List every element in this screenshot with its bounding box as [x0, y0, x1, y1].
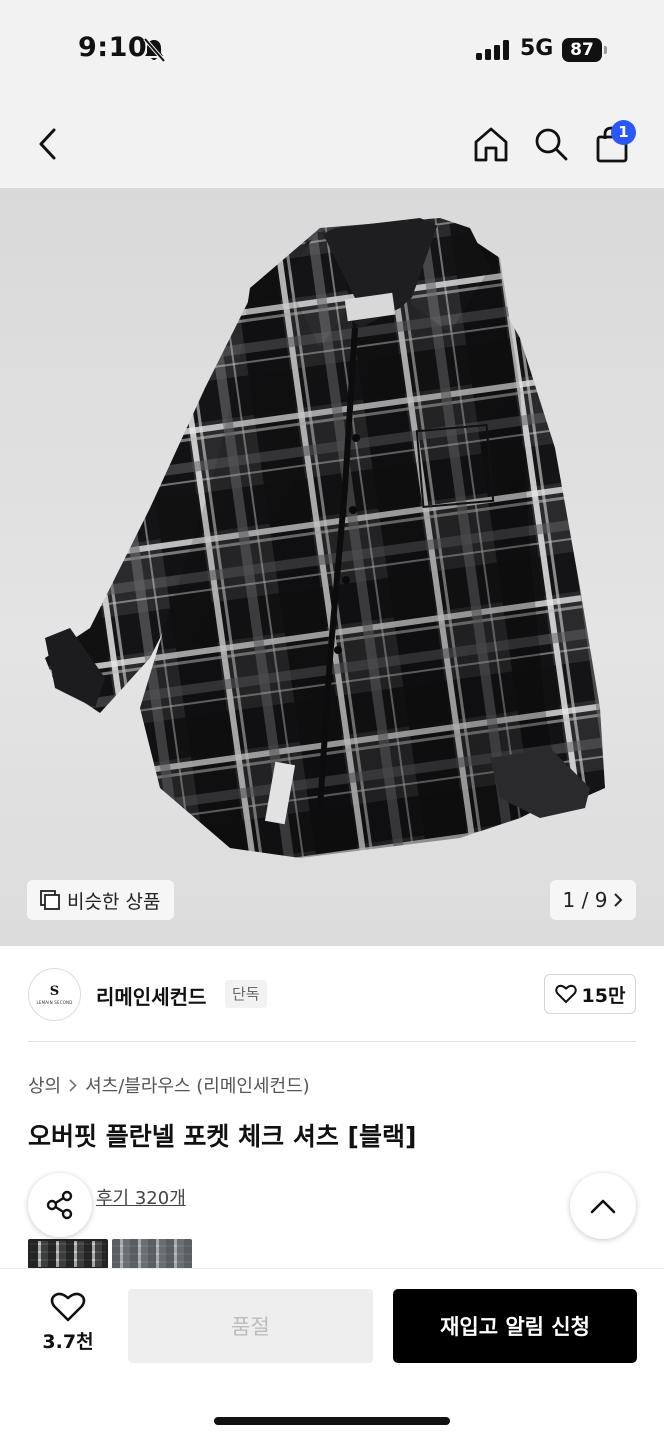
nav-bar — [0, 100, 664, 188]
product-title: 오버핏 플란넬 포켓 체크 셔츠 [블랙] — [28, 1122, 417, 1151]
brand-name[interactable]: 리메인세컨드 — [96, 981, 206, 1010]
overlap-squares-icon — [40, 890, 60, 910]
chevron-left-icon — [39, 128, 56, 160]
breadcrumb-item-category[interactable]: 상의 — [28, 1072, 61, 1098]
divider — [28, 1041, 636, 1042]
gallery-page-indicator[interactable]: 1 / 9 — [550, 880, 636, 920]
status-bar: 9:10 5G 87 — [0, 0, 664, 100]
brand-row: S LEMAIN SECOND 리메인세컨드 단독 15만 — [0, 946, 664, 1042]
breadcrumb-item-subcategory[interactable]: 셔츠/블라우스 (리메인세컨드) — [85, 1072, 310, 1098]
wishlist-count: 3.7천 — [42, 1331, 94, 1353]
share-button[interactable] — [28, 1173, 92, 1237]
exclusive-tag: 단독 — [225, 980, 267, 1008]
brand-logo-monogram: S — [49, 983, 60, 999]
battery-level: 87 — [562, 38, 602, 62]
color-option-thumbnail[interactable] — [28, 1239, 108, 1269]
bell-muted-icon — [143, 37, 166, 63]
breadcrumb: 상의 셔츠/블라우스 (리메인세컨드) — [28, 1072, 310, 1098]
chevron-right-icon — [69, 1078, 77, 1092]
review-link[interactable]: 후기 320개 — [96, 1184, 186, 1210]
home-button[interactable] — [469, 122, 513, 166]
soldout-button[interactable]: 품절 — [128, 1289, 373, 1363]
chevron-right-icon — [614, 893, 623, 907]
brand-logo-caption: LEMAIN SECOND — [36, 999, 73, 1005]
home-indicator[interactable] — [214, 1417, 450, 1425]
share-icon — [46, 1190, 73, 1220]
similar-products-button[interactable]: 비슷한 상품 — [27, 880, 175, 920]
network-label: 5G — [520, 36, 554, 61]
home-icon — [474, 127, 508, 162]
restock-alert-button[interactable]: 재입고 알림 신청 — [393, 1289, 637, 1363]
bottom-action-bar: 3.7천 품절 재입고 알림 신청 — [0, 1268, 664, 1440]
search-button[interactable] — [529, 122, 573, 166]
brand-like-button[interactable]: 15만 — [544, 974, 636, 1014]
similar-products-label: 비슷한 상품 — [67, 890, 161, 913]
wishlist-button[interactable]: 3.7천 — [28, 1291, 108, 1365]
page-indicator-text: 1 / 9 — [562, 888, 608, 912]
battery-icon: 87 — [562, 38, 608, 62]
scroll-to-top-button[interactable] — [570, 1173, 636, 1239]
heart-outline-icon — [554, 984, 577, 1004]
cart-count-badge: 1 — [611, 120, 636, 145]
back-button[interactable] — [26, 122, 70, 166]
search-icon — [535, 128, 568, 161]
brand-like-count: 15만 — [581, 984, 626, 1007]
heart-outline-icon — [50, 1292, 86, 1322]
signal-icon — [476, 40, 509, 60]
chevron-up-icon — [590, 1199, 616, 1214]
status-time: 9:10 — [78, 32, 148, 63]
color-option-thumbnail[interactable] — [112, 1239, 192, 1269]
product-image — [45, 218, 605, 858]
brand-logo[interactable]: S LEMAIN SECOND — [28, 968, 81, 1021]
product-image-gallery[interactable]: 비슷한 상품 1 / 9 — [0, 188, 664, 946]
